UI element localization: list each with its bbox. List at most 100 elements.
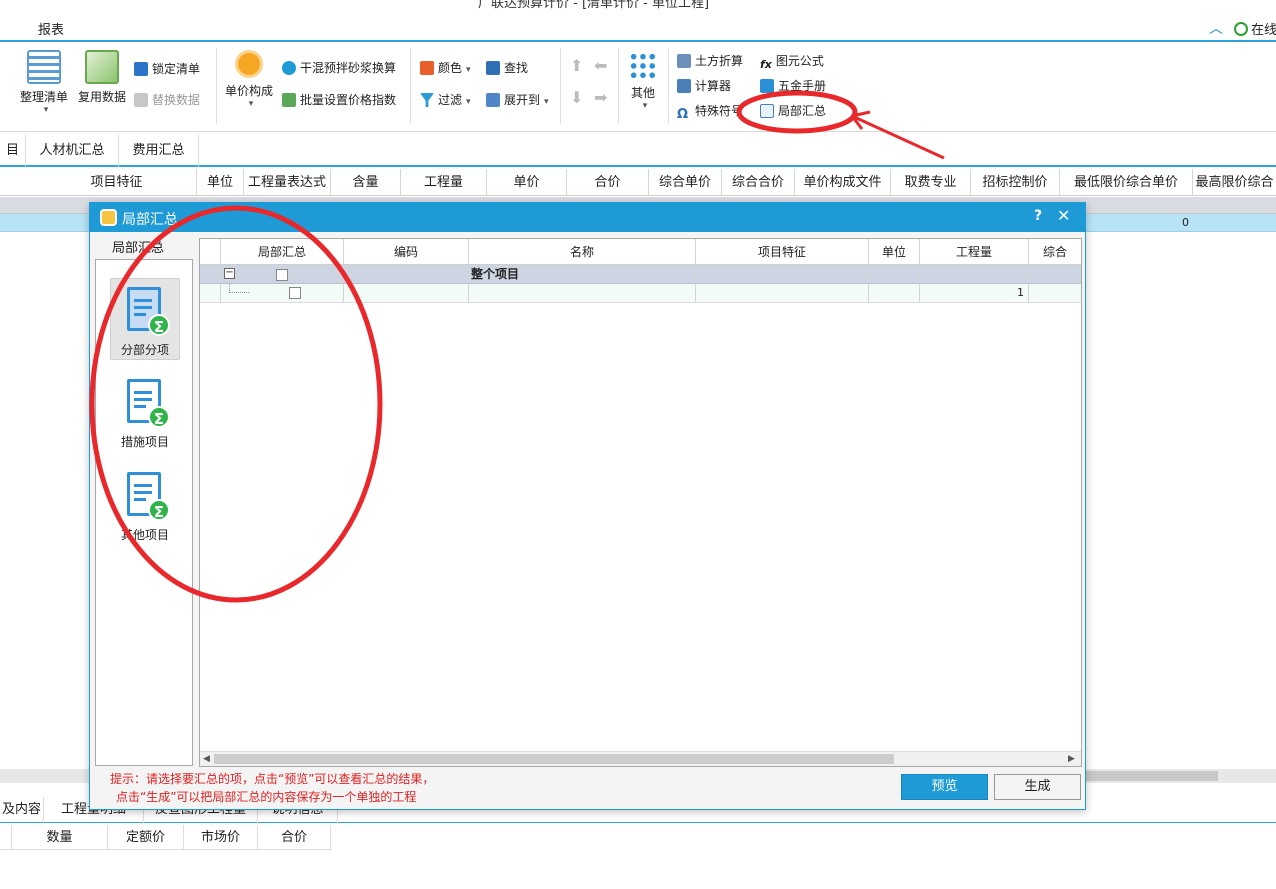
hint-line-1: 提示：请选择要汇总的项，点击“预览”可以查看汇总的结果， (110, 772, 435, 786)
col-header[interactable]: 项目特征 (37, 169, 197, 196)
move-left-icon[interactable]: ⬅ (594, 56, 607, 75)
scrollbar-thumb[interactable] (1085, 771, 1218, 781)
lock-list-label: 锁定清单 (152, 62, 201, 76)
unit-price-composition-button[interactable]: 单价构成 ▾ (222, 50, 276, 109)
table-row[interactable]: − 整个项目 (200, 265, 1081, 284)
find-button[interactable]: 查找 (486, 59, 528, 77)
calculator-button[interactable]: 计算器 (677, 77, 731, 95)
dialog-title-bar[interactable]: 局部汇总 ? ✕ (90, 203, 1085, 232)
feature-cell (696, 265, 869, 283)
help-icon[interactable]: ? (1034, 208, 1042, 224)
preview-button[interactable]: 预览 (901, 774, 988, 800)
category-measures[interactable]: Σ 措施项目 (110, 371, 180, 453)
scroll-left-icon[interactable]: ◀ (203, 752, 210, 767)
summary-checkbox[interactable] (289, 287, 301, 299)
generate-button[interactable]: 生成 (994, 774, 1081, 800)
calculator-label: 计算器 (695, 79, 732, 93)
color-button[interactable]: 颜色 ▾ (420, 59, 471, 77)
online-service[interactable]: 在线 (1234, 19, 1276, 38)
omega-icon: Ω (677, 107, 689, 122)
reuse-data-button[interactable]: 复用数据 (76, 50, 128, 105)
sort-list-button[interactable]: 整理清单 ▾ (18, 50, 70, 115)
col-header[interactable]: 最低限价综合单价 (1060, 169, 1193, 196)
batch-price-index-button[interactable]: 批量设置价格指数 (282, 91, 396, 109)
other-label: 其他 (630, 86, 655, 100)
category-sub-items[interactable]: Σ 分部分项 (110, 278, 180, 360)
lock-list-button[interactable]: 锁定清单 (134, 60, 200, 78)
filter-button[interactable]: 过滤 ▾ (420, 91, 471, 109)
col-header[interactable]: 定额价 (108, 825, 184, 850)
tab-content[interactable]: 及内容 (0, 797, 44, 823)
side-label: 局部汇总 (112, 241, 165, 256)
col-header[interactable]: 取费专业 (891, 169, 971, 196)
dry-mortar-button[interactable]: 干混预拌砂浆换算 (282, 59, 396, 77)
quantity-cell: 1 (920, 284, 1029, 302)
move-right-icon[interactable]: ➡ (594, 88, 607, 107)
summary-checkbox[interactable] (276, 268, 288, 281)
partial-summary-dialog: 局部汇总 ? ✕ 局部汇总 Σ 分部分项 Σ 措施项目 Σ 其他项目 局部汇总 … (89, 202, 1086, 810)
other-button[interactable]: 其他 ▾ (626, 52, 660, 111)
summary-checkbox-cell (221, 284, 344, 302)
tab-labor-material-machine[interactable]: 人材机汇总 (26, 135, 119, 167)
replace-data-icon (134, 93, 148, 107)
col-header[interactable]: 工程量 (920, 239, 1029, 265)
table-row[interactable]: 1 (200, 284, 1081, 303)
scroll-right-icon[interactable]: ▶ (1068, 752, 1075, 767)
col-header[interactable]: 名称 (469, 239, 696, 265)
summary-grid: 局部汇总 编码 名称 项目特征 单位 工程量 综合 − 整个项目 1 ◀ ▶ (199, 238, 1082, 767)
special-symbol-button[interactable]: Ω 特殊符号 (677, 102, 743, 122)
move-down-icon[interactable]: ⬇ (570, 88, 583, 107)
lock-icon (134, 62, 148, 76)
col-header[interactable]: 合价 (258, 825, 331, 850)
grid-horizontal-scrollbar[interactable]: ◀ ▶ (200, 751, 1081, 766)
col-header[interactable]: 工程量表达式 (244, 169, 331, 196)
menu-report[interactable]: 报表 (38, 19, 64, 38)
document-sum-icon: Σ (124, 287, 170, 337)
hardware-manual-label: 五金手册 (778, 79, 827, 93)
hint-line-2: 点击“生成”可以把局部汇总的内容保存为一个单独的工程 (116, 790, 417, 804)
window-title: 广联达预算计价 - [清单计价 - 单位工程] (478, 0, 710, 10)
ribbon-toolbar: 整理清单 ▾ 复用数据 锁定清单 替换数据 单价构成 ▾ 干混预拌砂浆换算 批量… (0, 42, 1276, 132)
col-header[interactable]: 综合单价 (649, 169, 722, 196)
category-label: 分部分项 (120, 343, 169, 357)
col-header[interactable]: 市场价 (184, 825, 258, 850)
col-header[interactable]: 综合 (1029, 239, 1081, 265)
expand-to-button[interactable]: 展开到 ▾ (486, 91, 549, 109)
col-header[interactable]: 单价 (487, 169, 567, 196)
window-title-bar: 广联达预算计价 - [清单计价 - 单位工程] (0, 0, 1276, 10)
col-header[interactable]: 局部汇总 (221, 239, 344, 265)
partial-summary-button[interactable]: 局部汇总 (760, 102, 826, 120)
category-other-items[interactable]: Σ 其他项目 (110, 464, 180, 546)
replace-data-button[interactable]: 替换数据 (134, 91, 200, 109)
tab-items[interactable]: 目 (0, 135, 26, 167)
col-header[interactable]: 单位 (869, 239, 920, 265)
close-icon[interactable]: ✕ (1057, 206, 1070, 225)
col-header[interactable]: 含量 (331, 169, 401, 196)
col-header[interactable]: 综合合价 (722, 169, 795, 196)
earthwork-button[interactable]: 土方折算 (677, 52, 743, 70)
collapse-ribbon-icon[interactable]: ︿ (1209, 18, 1223, 38)
col-header[interactable]: 项目特征 (696, 239, 869, 265)
col-header[interactable]: 编码 (344, 239, 469, 265)
col-header[interactable]: 合价 (567, 169, 649, 196)
scrollbar-thumb[interactable] (214, 754, 894, 764)
move-up-icon[interactable]: ⬆ (570, 56, 583, 75)
mortar-icon (282, 61, 296, 75)
col-header[interactable]: 招标控制价 (971, 169, 1060, 196)
tab-cost-summary[interactable]: 费用汇总 (119, 135, 199, 167)
view-tabs: 目 人材机汇总 费用汇总 (0, 135, 1276, 167)
ribbon-separator (560, 48, 561, 124)
ribbon-separator (410, 48, 411, 124)
col-header[interactable]: 数量 (12, 825, 108, 850)
feature-cell (696, 284, 869, 302)
row-indicator (200, 284, 221, 302)
code-cell (344, 284, 469, 302)
element-formula-button[interactable]: fx 图元公式 (760, 52, 824, 71)
color-label: 颜色 (438, 61, 463, 75)
col-header[interactable]: 最高限价综合 (1193, 169, 1276, 196)
hardware-manual-button[interactable]: 五金手册 (760, 77, 826, 95)
summary-checkbox-cell (221, 265, 344, 283)
col-header[interactable]: 单价构成文件 (795, 169, 891, 196)
col-header[interactable]: 工程量 (401, 169, 487, 196)
col-header[interactable]: 单位 (197, 169, 244, 196)
